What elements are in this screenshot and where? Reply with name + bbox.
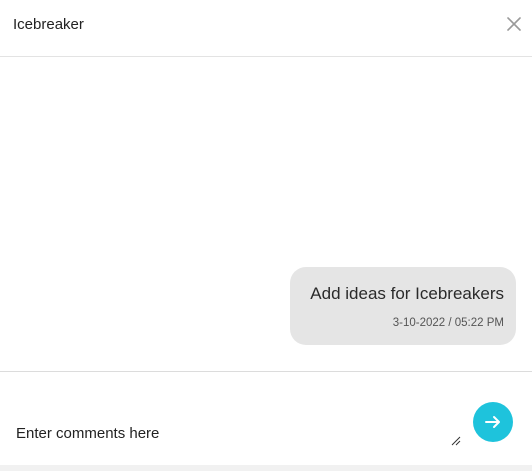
icebreaker-chat-panel: Icebreaker Add ideas for Icebreakers 3-1… bbox=[0, 0, 532, 471]
close-button[interactable] bbox=[506, 16, 522, 32]
send-button[interactable] bbox=[473, 402, 513, 442]
close-icon bbox=[507, 17, 521, 31]
comment-input[interactable] bbox=[6, 382, 462, 456]
comment-composer bbox=[0, 371, 532, 465]
panel-header: Icebreaker bbox=[0, 0, 532, 57]
message-list: Add ideas for Icebreakers 3-10-2022 / 05… bbox=[0, 58, 532, 371]
message-timestamp: 3-10-2022 / 05:22 PM bbox=[392, 317, 504, 329]
message-bubble: Add ideas for Icebreakers 3-10-2022 / 05… bbox=[290, 267, 516, 345]
arrow-right-icon bbox=[485, 416, 500, 428]
bottom-strip bbox=[0, 465, 532, 471]
message-text: Add ideas for Icebreakers bbox=[310, 284, 504, 303]
panel-title: Icebreaker bbox=[13, 16, 84, 33]
resize-handle-icon[interactable] bbox=[451, 436, 461, 446]
